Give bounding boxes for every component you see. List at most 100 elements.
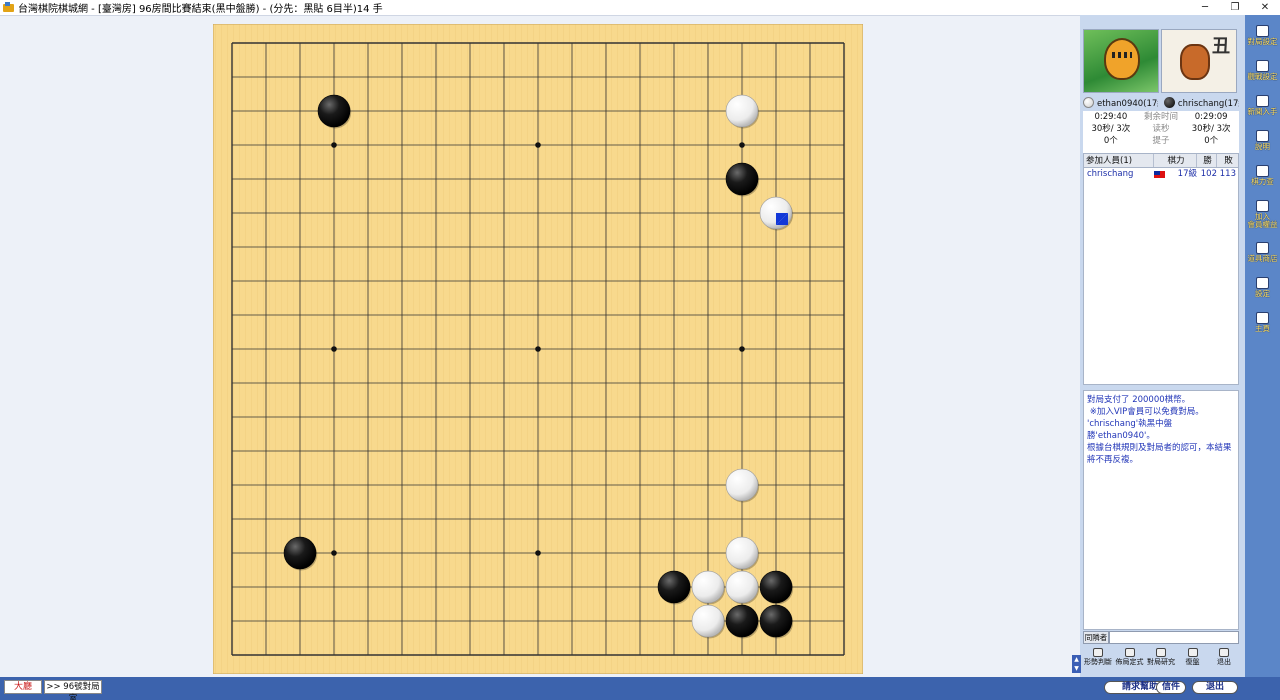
participant-list-header: 参加人員(1) 棋力 勝 敗 (1084, 154, 1238, 168)
white-player-name[interactable]: ethan0940(17級 (1097, 97, 1158, 109)
black-stone (725, 162, 759, 196)
replay-icon (1187, 648, 1198, 657)
tiger-icon (1104, 38, 1140, 80)
black-captures: 0个 (1204, 136, 1219, 146)
white-stone (725, 468, 759, 502)
captures-label: 提子 (1152, 136, 1170, 146)
exit-button[interactable]: 退出 (1192, 681, 1238, 694)
panel-scroll-arrows[interactable]: ▲ ▼ (1072, 655, 1081, 673)
study-icon (1156, 648, 1166, 657)
board-area (0, 15, 1080, 677)
member-icon (1256, 200, 1269, 212)
sidebar-item-home[interactable]: 主頁 (1247, 312, 1278, 343)
mail-button[interactable]: 信件 (1156, 681, 1186, 694)
tools-icon (1256, 277, 1269, 289)
white-stone (691, 570, 725, 604)
white-stone (725, 94, 759, 128)
participant-rank: 17級 (1177, 169, 1197, 179)
game-info-panel: 丑 ethan0940(17級 chrischang(17級 0:29:40 剩… (1072, 15, 1245, 677)
time-row: 0:29:40 剩余时间 0:29:09 (1083, 111, 1239, 123)
stones-icon (1256, 165, 1269, 177)
black-time: 0:29:09 (1194, 112, 1228, 122)
white-player-avatar (1083, 29, 1159, 93)
chat-line: ※加入VIP會員可以免費對局。 (1087, 407, 1204, 417)
chart-icon (1093, 648, 1103, 657)
sidebar-item-help[interactable]: 說明 (1247, 130, 1278, 161)
star-point (331, 142, 337, 148)
go-board[interactable] (213, 24, 863, 674)
close-button[interactable]: ✕ (1250, 0, 1280, 15)
bottom-bar: 大廳 >> 96號對局室 請求幫助 信件 退出 (0, 677, 1280, 700)
shop-icon (1256, 242, 1269, 254)
sidebar-item-rank-lookup[interactable]: 棋力查 (1247, 165, 1278, 196)
star-point (739, 346, 745, 352)
exit-game-button[interactable]: 退出 (1209, 647, 1239, 671)
black-player-name[interactable]: chrischang(17級 (1178, 97, 1239, 109)
scroll-down-icon[interactable]: ▼ (1072, 664, 1081, 673)
time-label: 剩余时间 (1144, 112, 1179, 122)
header-wins[interactable]: 勝 (1197, 154, 1217, 167)
tab-game-room[interactable]: >> 96號對局室 (44, 680, 102, 700)
chat-line: 對局支付了 200000棋幣。 (1087, 395, 1191, 405)
help-icon (1256, 130, 1269, 142)
black-stone (725, 604, 759, 638)
black-stone (759, 604, 793, 638)
dice-icon (1256, 25, 1269, 37)
byoyomi-label: 读秒 (1152, 124, 1170, 134)
player-names: ethan0940(17級 chrischang(17級 (1083, 95, 1239, 110)
participant-losses: 113 (1219, 169, 1236, 179)
chat-line: 'chrischang'執黑中盤勝'ethan0940'。 (1087, 419, 1173, 441)
player-avatars: 丑 (1083, 29, 1238, 93)
app-icon (3, 2, 14, 13)
sidebar-item-watch-settings[interactable]: 觀戰設定 (1247, 60, 1278, 91)
sidebar-item-news[interactable]: 新聞入手 (1247, 95, 1278, 126)
chat-input[interactable] (1109, 631, 1239, 644)
minimize-button[interactable]: ─ (1190, 0, 1220, 15)
exit-icon (1219, 648, 1229, 657)
tab-lobby[interactable]: 大廳 (4, 680, 42, 694)
star-point (739, 142, 745, 148)
go-board-svg[interactable] (213, 24, 863, 674)
black-byoyomi: 30秒/ 3次 (1191, 124, 1231, 134)
chat-log[interactable]: 對局支付了 200000棋幣。 ※加入VIP會員可以免費對局。 'chrisch… (1083, 390, 1239, 630)
sidebar-item-game-settings[interactable]: 對局設定 (1247, 25, 1278, 56)
ox-zodiac-glyph: 丑 (1212, 36, 1230, 57)
flag-icon (1154, 168, 1168, 181)
star-point (331, 346, 337, 352)
game-study-button[interactable]: 對局研究 (1146, 647, 1176, 671)
chat-line: 根據台棋規則及對局者的認可，本結果將不再反複。 (1087, 443, 1232, 465)
game-toolbar: ▲ ▼ 形勢判斷 佈局定式 對局研究 復盤 退出 (1072, 647, 1239, 673)
scroll-up-icon[interactable]: ▲ (1072, 655, 1081, 664)
participant-row[interactable]: chrischang 17級 102 113 (1084, 168, 1238, 181)
sidebar-item-item-shop[interactable]: 道具商店 (1247, 242, 1278, 273)
chat-target-select[interactable]: 同隣者 (1083, 631, 1109, 644)
home-icon (1256, 312, 1269, 324)
white-stone (725, 536, 759, 570)
white-byoyomi: 30秒/ 3次 (1091, 124, 1131, 134)
participant-name: chrischang (1087, 169, 1134, 179)
sidebar-item-settings[interactable]: 設定 (1247, 277, 1278, 308)
black-stone (317, 94, 351, 128)
white-captures: 0个 (1103, 136, 1118, 146)
book-icon (1124, 648, 1135, 657)
sidebar-item-membership[interactable]: 加入 會員權益 (1247, 200, 1278, 238)
white-stone (691, 604, 725, 638)
chat-input-row: 同隣者 (1083, 631, 1239, 644)
position-judgement-button[interactable]: 形勢判斷 (1083, 647, 1113, 671)
header-participants[interactable]: 参加人員(1) (1084, 154, 1154, 167)
monitor-icon (1256, 60, 1269, 72)
replay-button[interactable]: 復盤 (1178, 647, 1208, 671)
white-time: 0:29:40 (1094, 112, 1128, 122)
star-point (535, 142, 541, 148)
header-rank[interactable]: 棋力 (1154, 154, 1197, 167)
participant-list[interactable]: 参加人員(1) 棋力 勝 敗 chrischang 17級 102 113 (1083, 153, 1239, 385)
captures-row: 0个 提子 0个 (1083, 135, 1239, 147)
white-stone (725, 570, 759, 604)
side-menu-items: 對局設定 觀戰設定 新聞入手 說明 棋力查 加入 會員權益 道具商店 設定 主頁 (1247, 23, 1278, 347)
window-title: 台灣棋院棋城網 - [臺灣房] 96房間比賽結束(黑中盤勝) - (分先：黑貼 … (18, 4, 383, 15)
header-losses[interactable]: 敗 (1217, 154, 1238, 167)
restore-button[interactable]: ❐ (1220, 0, 1250, 15)
black-player-avatar: 丑 (1161, 29, 1237, 93)
opening-joseki-button[interactable]: 佈局定式 (1115, 647, 1145, 671)
white-stone-icon (1083, 97, 1094, 108)
